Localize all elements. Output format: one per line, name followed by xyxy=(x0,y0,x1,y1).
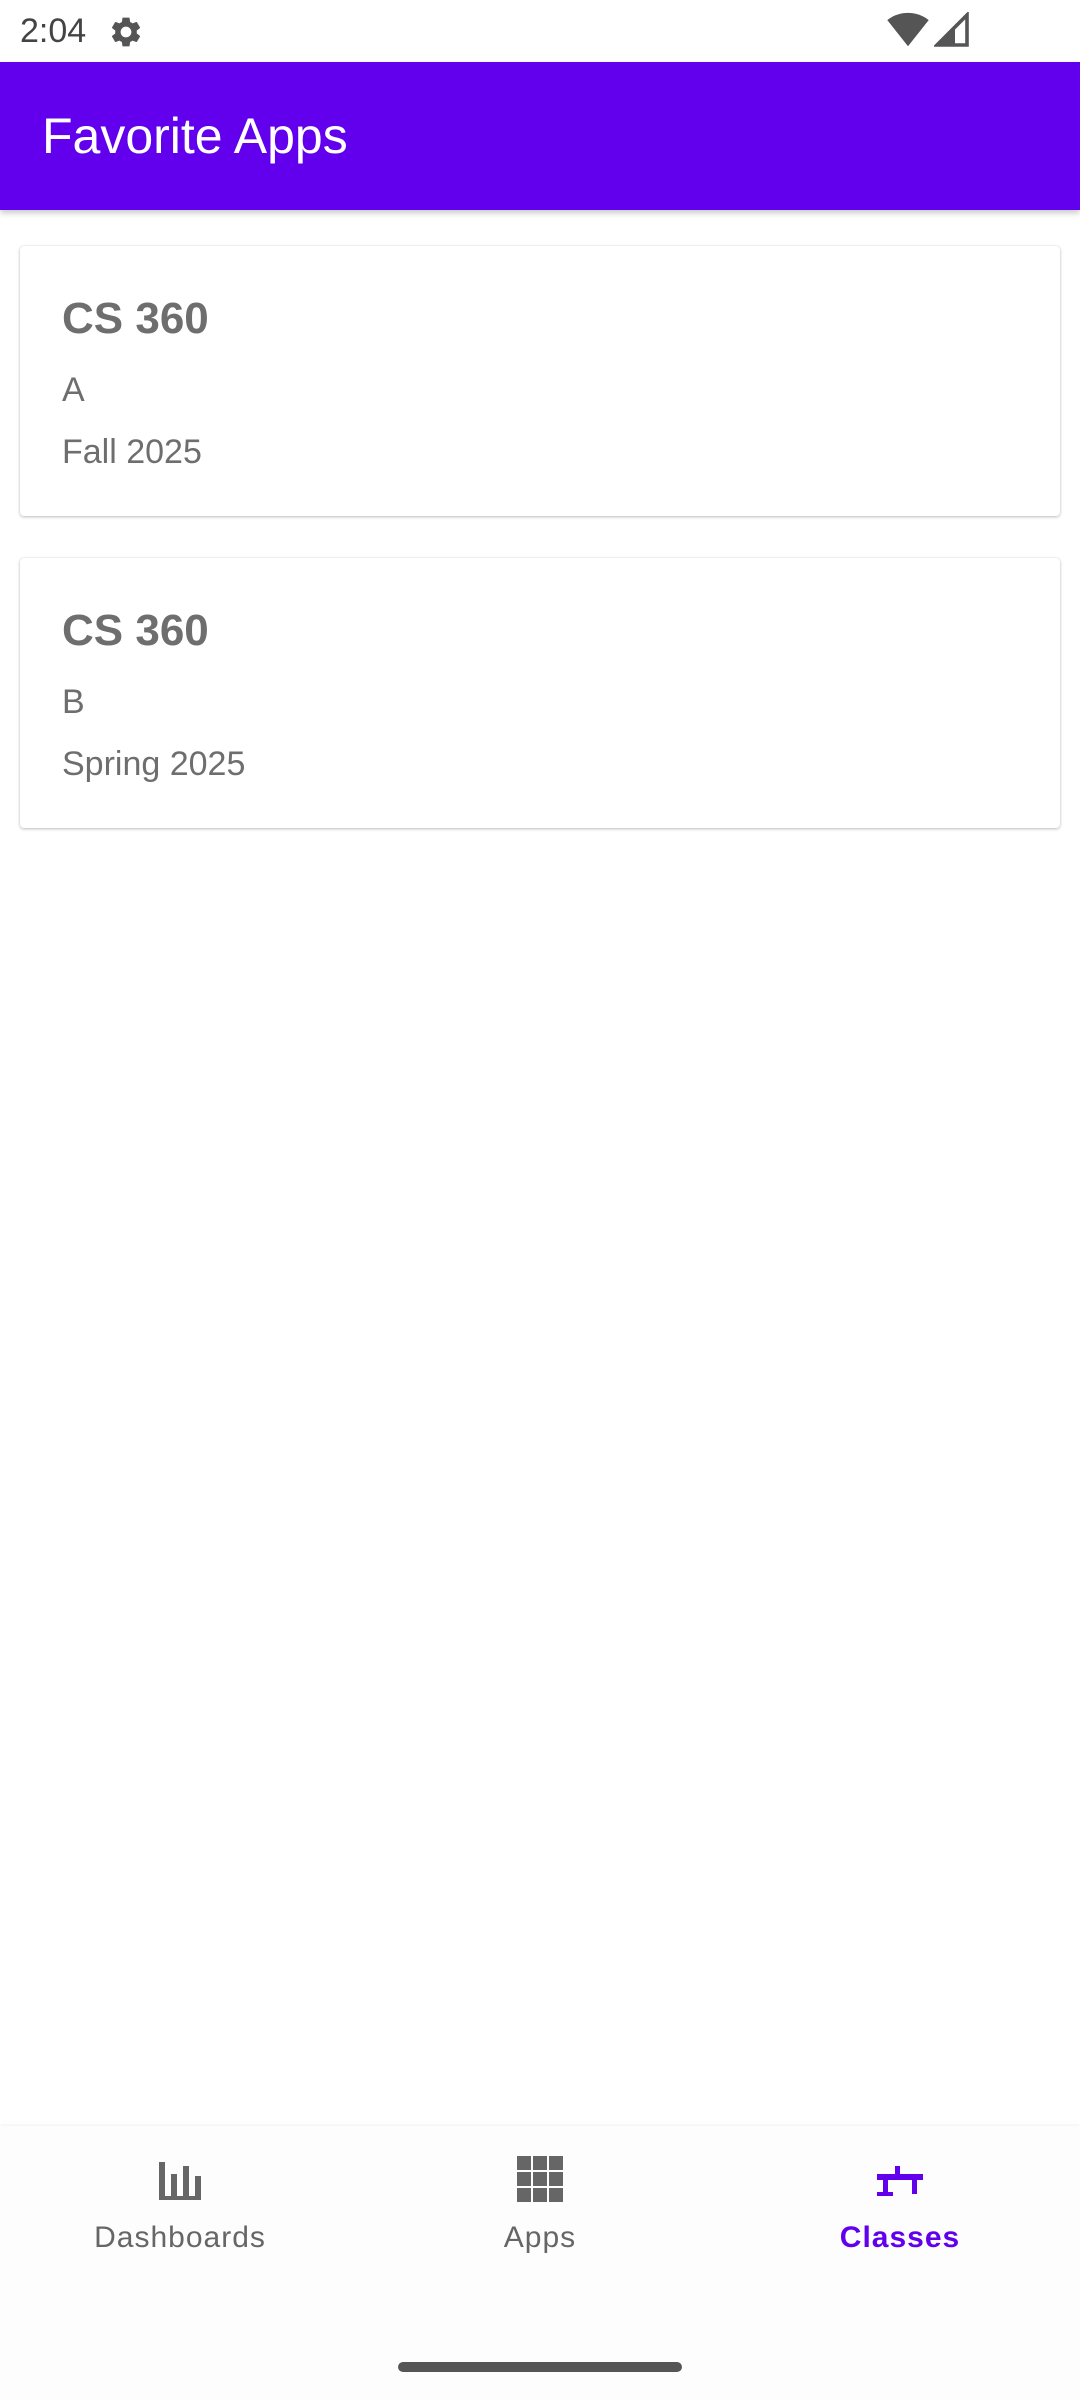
grid-icon xyxy=(517,2156,563,2202)
wifi-icon xyxy=(887,12,929,47)
class-card[interactable]: CS 360 A Fall 2025 xyxy=(20,246,1060,516)
card-title: CS 360 xyxy=(62,606,209,655)
app-bar: Favorite Apps xyxy=(0,62,1080,210)
nav-item-classes[interactable]: Classes xyxy=(720,2126,1080,2296)
classes-icon xyxy=(877,2166,923,2196)
card-section: B xyxy=(62,683,85,721)
card-term: Fall 2025 xyxy=(62,433,202,471)
page-title: Favorite Apps xyxy=(42,108,348,164)
bottom-navigation: Dashboards Apps Classes xyxy=(0,2126,1080,2400)
status-bar: 2:04 xyxy=(0,0,1080,62)
cell-signal-icon xyxy=(934,12,969,47)
nav-label-apps: Apps xyxy=(503,2221,577,2254)
status-time: 2:04 xyxy=(20,12,87,50)
home-indicator[interactable] xyxy=(398,2362,682,2372)
nav-item-apps[interactable]: Apps xyxy=(360,2126,720,2296)
settings-gear-icon xyxy=(111,17,141,47)
class-card[interactable]: CS 360 B Spring 2025 xyxy=(20,558,1060,828)
bar-chart-icon xyxy=(159,2162,201,2200)
nav-item-dashboards[interactable]: Dashboards xyxy=(0,2126,360,2296)
card-title: CS 360 xyxy=(62,294,209,343)
screen: 2:04 Favorite Apps CS 360 A Fall 2025 CS… xyxy=(0,0,1080,2400)
nav-label-dashboards: Dashboards xyxy=(94,2221,266,2254)
nav-label-classes: Classes xyxy=(839,2221,961,2254)
card-section: A xyxy=(62,371,85,409)
card-term: Spring 2025 xyxy=(62,745,246,783)
